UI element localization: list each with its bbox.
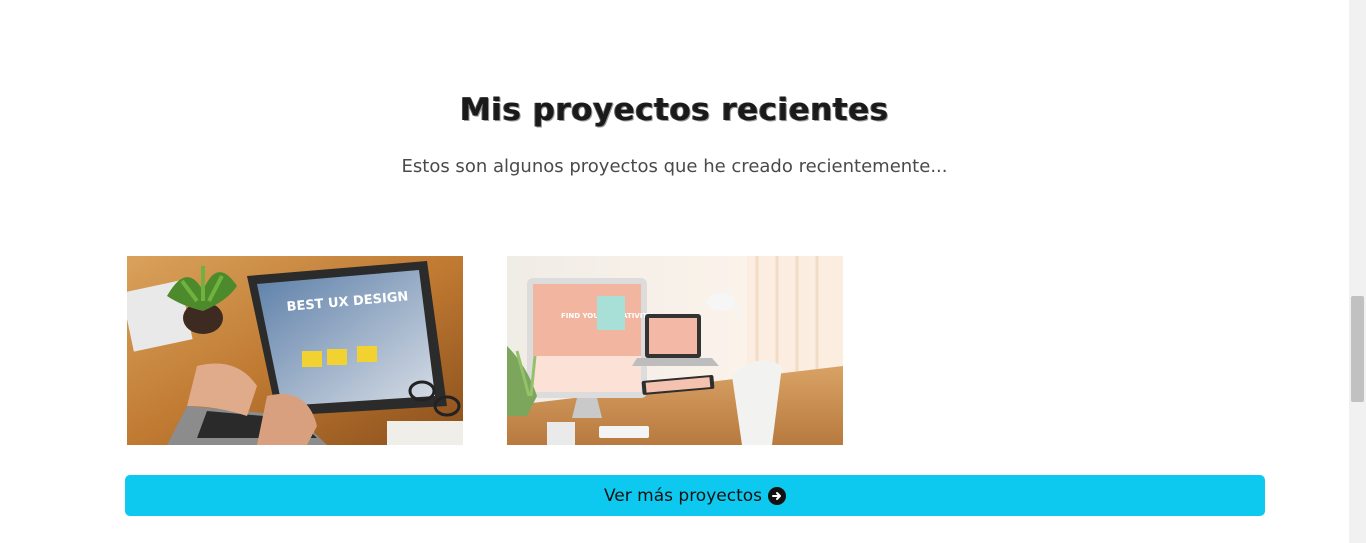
vertical-scrollbar[interactable] [1349,0,1366,543]
project-image-devices: FIND YOUR CREATIVITY [507,256,843,445]
project-card-1[interactable]: BEST UX DESIGN [127,256,463,445]
scrollbar-thumb[interactable] [1351,296,1364,402]
project-card-2[interactable]: FIND YOUR CREATIVITY [507,256,843,445]
arrow-circle-right-icon [768,486,786,505]
see-more-projects-label: Ver más proyectos [604,485,762,506]
see-more-projects-button[interactable]: Ver más proyectos [125,475,1265,516]
project-image-laptop: BEST UX DESIGN [127,256,463,445]
section-title: Mis proyectos recientes [460,92,889,128]
section-subtitle: Estos son algunos proyectos que he cread… [401,156,948,177]
